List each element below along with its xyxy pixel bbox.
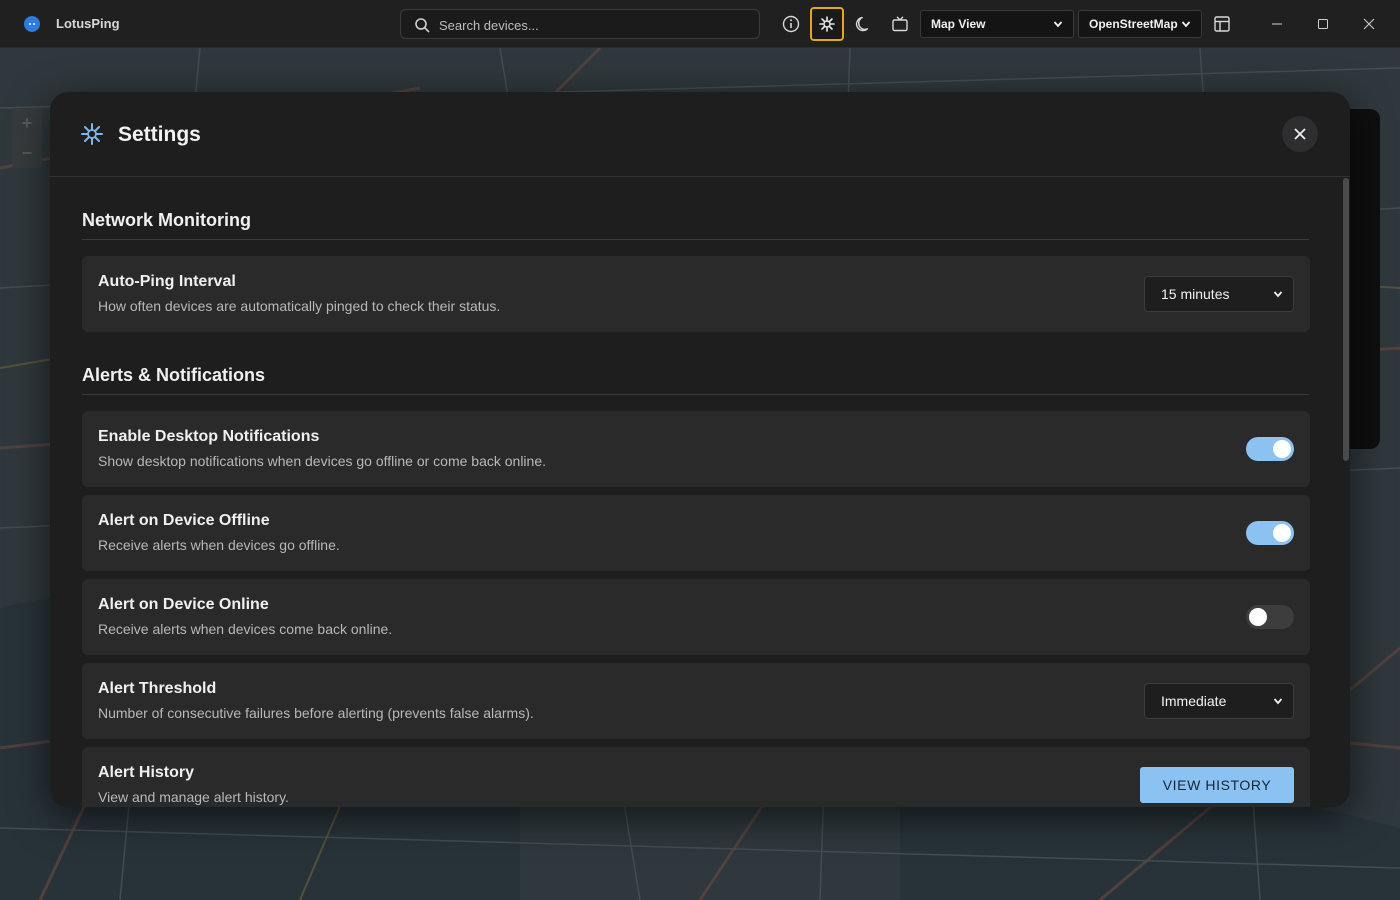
desktop-notifications-toggle[interactable]: [1246, 437, 1294, 461]
dark-mode-button[interactable]: [847, 7, 881, 41]
close-icon: [1294, 128, 1306, 140]
select-value: Immediate: [1161, 693, 1227, 709]
layout-button[interactable]: [1205, 7, 1239, 41]
layout-icon: [1214, 16, 1230, 32]
modal-body[interactable]: Network Monitoring Auto-Ping Interval Ho…: [50, 178, 1342, 807]
setting-description: Receive alerts when devices come back on…: [98, 621, 393, 637]
tile-layer-select[interactable]: OpenStreetMap: [1078, 10, 1202, 38]
close-icon: [1363, 18, 1375, 30]
tv-icon: [892, 16, 908, 32]
setting-description: How often devices are automatically ping…: [98, 298, 501, 314]
setting-title: Alert History: [98, 764, 195, 781]
select-value: 15 minutes: [1161, 286, 1230, 302]
chevron-down-icon: [1273, 698, 1283, 705]
toggle-knob: [1249, 608, 1267, 626]
setting-title: Auto-Ping Interval: [98, 273, 236, 290]
maximize-button[interactable]: [1313, 14, 1333, 34]
chevron-down-icon: [1273, 291, 1283, 298]
minimize-button[interactable]: [1267, 14, 1287, 34]
setting-description: View and manage alert history.: [98, 789, 289, 805]
maximize-icon: [1318, 19, 1328, 29]
minimize-icon: [1272, 23, 1282, 25]
settings-modal: Settings Network Monitoring Auto-Ping In…: [50, 92, 1350, 807]
section-title-network-monitoring: Network Monitoring: [82, 210, 1309, 240]
auto-ping-interval-select[interactable]: 15 minutes: [1144, 276, 1294, 312]
view-history-button[interactable]: VIEW HISTORY: [1140, 767, 1294, 803]
info-button[interactable]: [774, 7, 808, 41]
setting-title: Alert Threshold: [98, 680, 217, 697]
search-icon: [414, 17, 430, 38]
view-select-value: Map View: [931, 17, 986, 31]
setting-description: Show desktop notifications when devices …: [98, 453, 547, 469]
chevron-down-icon: [1181, 21, 1191, 28]
setting-alert-threshold: Alert Threshold Number of consecutive fa…: [82, 663, 1310, 739]
alert-offline-toggle[interactable]: [1246, 521, 1294, 545]
setting-title: Alert on Device Offline: [98, 512, 270, 529]
view-select[interactable]: Map View: [920, 10, 1074, 38]
setting-title: Alert on Device Online: [98, 596, 269, 613]
alert-online-toggle[interactable]: [1246, 605, 1294, 629]
moon-icon: [855, 16, 869, 32]
modal-header: Settings: [50, 92, 1350, 177]
setting-title: Enable Desktop Notifications: [98, 428, 320, 445]
search-input[interactable]: [437, 15, 741, 35]
close-modal-button[interactable]: [1282, 116, 1318, 152]
app-title: LotusPing: [56, 16, 120, 31]
setting-description: Receive alerts when devices go offline.: [98, 537, 340, 553]
setting-auto-ping-interval: Auto-Ping Interval How often devices are…: [82, 256, 1310, 332]
close-window-button[interactable]: [1359, 14, 1379, 34]
settings-button[interactable]: [810, 7, 844, 41]
toggle-knob: [1273, 440, 1291, 458]
modal-scrollbar[interactable]: [1342, 178, 1350, 807]
search-box[interactable]: [400, 9, 760, 39]
title-bar: LotusPing Map View OpenStreetMap: [0, 0, 1400, 48]
setting-description: Number of consecutive failures before al…: [98, 705, 534, 721]
modal-title: Settings: [118, 123, 201, 146]
tile-layer-select-value: OpenStreetMap: [1089, 17, 1178, 31]
alert-threshold-select[interactable]: Immediate: [1144, 683, 1294, 719]
chevron-down-icon: [1053, 21, 1063, 28]
setting-enable-desktop-notifications: Enable Desktop Notifications Show deskto…: [82, 411, 1310, 487]
app-logo-icon: [24, 16, 40, 32]
toggle-knob: [1273, 524, 1291, 542]
setting-alert-history: Alert History View and manage alert hist…: [82, 747, 1310, 807]
setting-alert-on-device-online: Alert on Device Online Receive alerts wh…: [82, 579, 1310, 655]
section-title-alerts-notifications: Alerts & Notifications: [82, 365, 1309, 395]
info-icon: [782, 15, 800, 33]
setting-alert-on-device-offline: Alert on Device Offline Receive alerts w…: [82, 495, 1310, 571]
settings-icon: [80, 122, 104, 151]
settings-icon: [819, 16, 835, 32]
scrollbar-thumb[interactable]: [1343, 178, 1349, 461]
tv-mode-button[interactable]: [883, 7, 917, 41]
